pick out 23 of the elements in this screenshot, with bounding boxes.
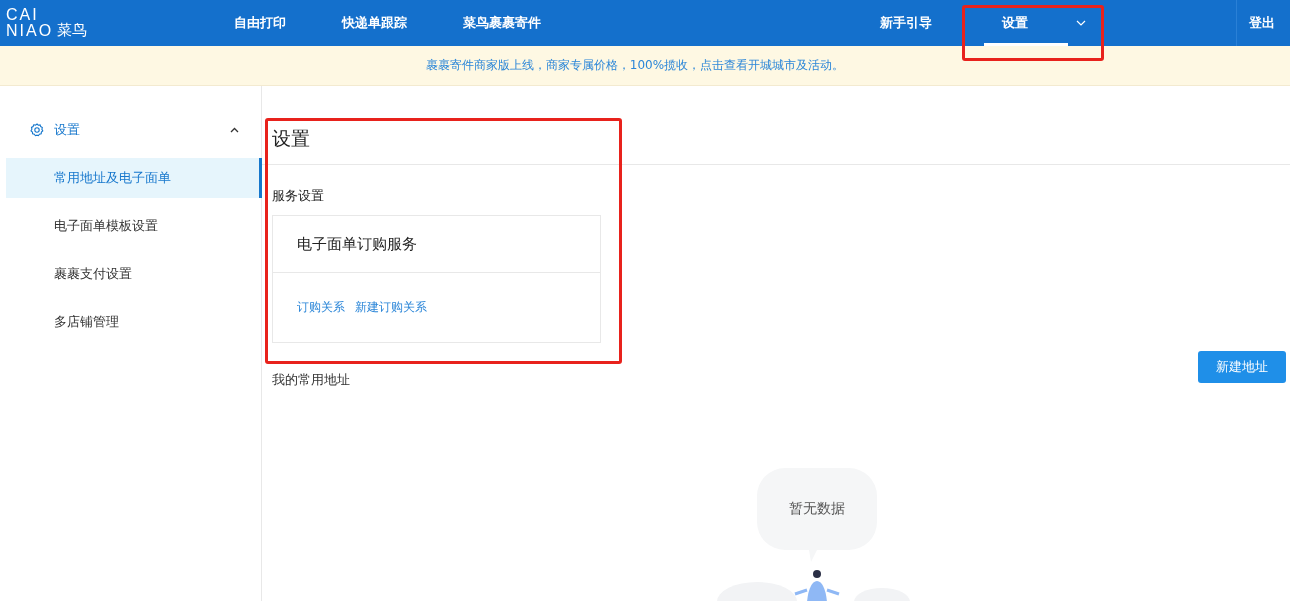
sidebar-item[interactable]: 电子面单模板设置 [6, 206, 262, 246]
card-link[interactable]: 新建订购关系 [355, 299, 427, 316]
nav-tab[interactable]: 菜鸟裹裹寄件 [435, 0, 569, 46]
new-address-button[interactable]: 新建地址 [1198, 351, 1286, 383]
card-link[interactable]: 订购关系 [297, 299, 345, 316]
nav-tab[interactable]: 自由打印 [206, 0, 314, 46]
section-title: 服务设置 [271, 187, 325, 205]
announcement-link[interactable]: 裹裹寄件商家版上线，商家专属价格，100%揽收，点击查看开城城市及活动。 [425, 57, 845, 74]
nav-tab[interactable]: 新手引导 [852, 0, 960, 46]
logo-text: NIAO [6, 23, 54, 39]
nav-tab[interactable]: 设置 [972, 0, 1104, 46]
sidebar-item[interactable]: 多店铺管理 [6, 302, 262, 342]
sidebar-group[interactable]: 设置 [0, 110, 261, 150]
sidebar-item[interactable]: 裹裹支付设置 [6, 254, 262, 294]
settings-icon [30, 123, 44, 137]
nav-tab[interactable]: 快递单跟踪 [314, 0, 435, 46]
empty-text: 暂无数据 [789, 500, 845, 518]
page-title: 设置 [262, 86, 1290, 165]
section-title: 我的常用地址 [272, 371, 350, 389]
sidebar-item[interactable]: 常用地址及电子面单 [6, 158, 262, 198]
logo-text: 菜鸟 [57, 21, 88, 40]
card-title: 电子面单订购服务 [273, 216, 600, 273]
logo-text: CAI [6, 7, 40, 23]
